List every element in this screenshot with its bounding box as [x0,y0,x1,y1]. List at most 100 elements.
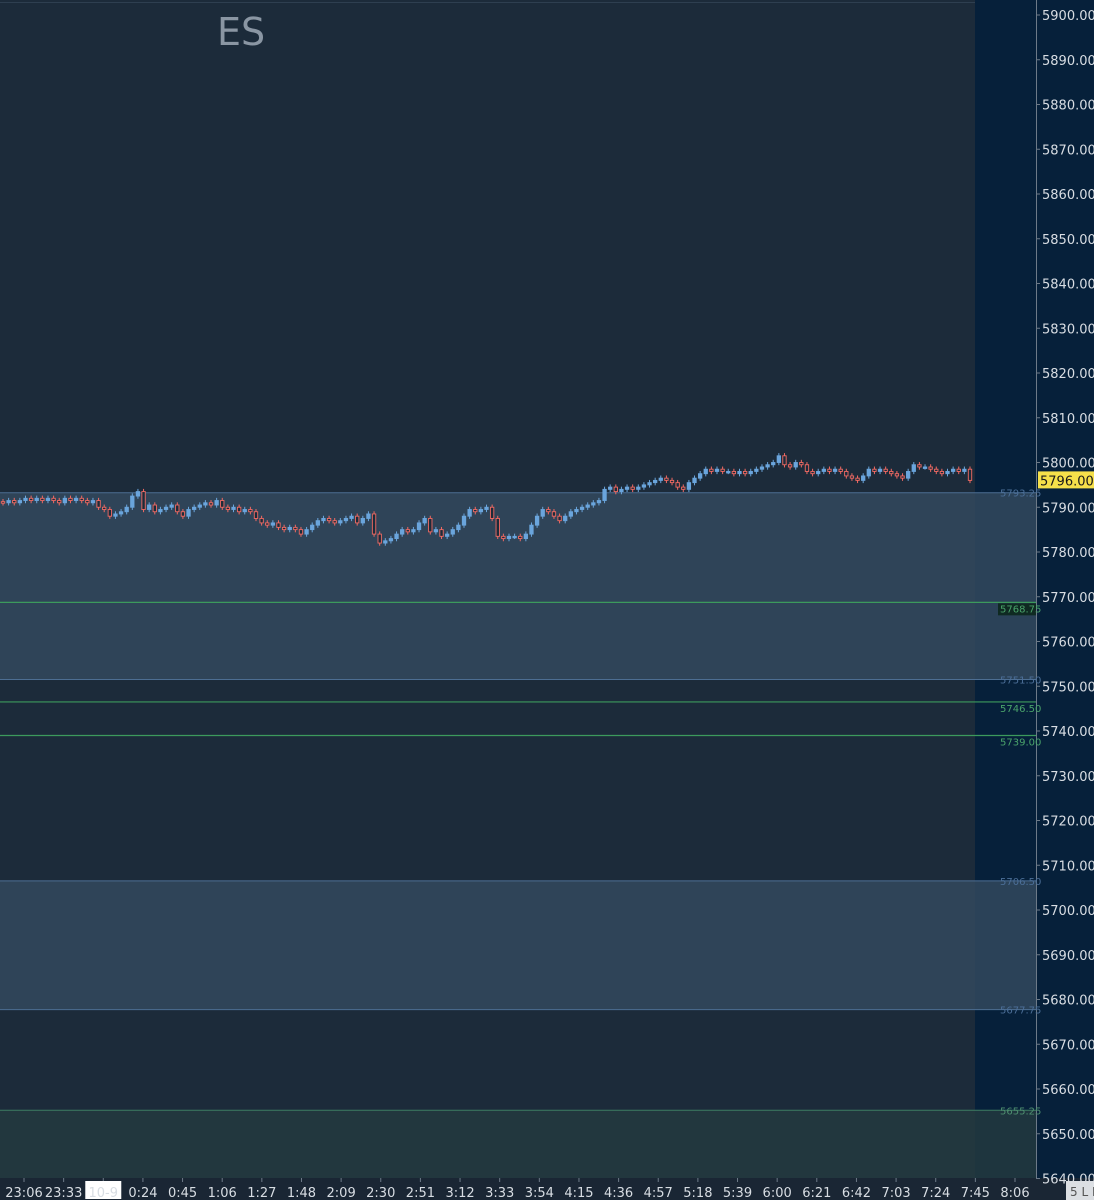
candle [180,511,186,517]
candle [186,509,191,517]
candle [742,471,748,475]
time-tick-label: 5:18 [683,1186,712,1200]
candle [624,486,630,490]
candle [388,538,394,542]
candle [118,511,124,515]
price-tick-label: 5690.00 [1042,949,1094,964]
candle [883,468,888,472]
candle [512,535,517,539]
candle [456,524,461,531]
candle [473,509,478,513]
candle [17,500,23,504]
candle [326,517,332,522]
candle [529,524,534,535]
candle [658,477,663,481]
price-tick-label: 5740.00 [1042,725,1094,740]
time-tick-label: 7:03 [881,1186,910,1200]
candle [169,504,174,508]
price-tick-label: 5820.00 [1042,367,1094,382]
candle [799,462,804,466]
candle [338,520,343,524]
candle [731,471,737,475]
price-tick-label: 5780.00 [1042,546,1094,561]
candle [501,535,506,540]
price-tick-label: 5830.00 [1042,322,1094,337]
candle [411,529,416,533]
time-tick-label: 2:30 [366,1186,395,1200]
zone-bottom-label: 5751.50 [1000,676,1041,687]
candle [726,471,731,474]
time-tick-label: 6:42 [842,1186,871,1200]
candle [355,515,360,524]
candle [394,533,399,540]
candle [73,497,79,501]
chart-canvas[interactable]: 5793.25 5751.50 5706.50 5677.75 5655.25 5768… [0,0,1094,1200]
candle [28,497,34,501]
time-tick-label: 1:27 [247,1186,276,1200]
candle [270,522,276,526]
candle [416,522,422,531]
candle [967,468,973,481]
candle [96,500,101,508]
candle [107,509,112,517]
candle [697,473,703,479]
candle [934,468,939,472]
zone-2 [0,1110,1036,1178]
candle [720,468,725,472]
candle [175,504,180,513]
candle [192,506,197,510]
candle [911,464,916,472]
candle [630,486,635,490]
candle [602,488,607,501]
price-tick-label: 5790.00 [1042,501,1094,516]
time-tick-label: 6:00 [763,1186,792,1200]
candle [62,497,67,504]
level-label: 5739.00 [1000,737,1041,748]
candle [568,511,573,517]
candle [332,520,337,524]
candle [287,526,292,531]
price-tick-label: 5700.00 [1042,904,1094,919]
candle [433,529,439,533]
candle [152,504,157,513]
candle [844,471,849,477]
time-tick-label: 4:15 [564,1186,593,1200]
candle [400,529,405,535]
candle [366,513,371,519]
candle [113,513,118,517]
zone-top-label: 5655.25 [1000,1106,1041,1117]
corner-text: 5 L I [1070,1185,1094,1199]
candle [776,455,781,463]
candle [804,464,810,472]
price-tick-label: 5900.00 [1042,9,1094,24]
price-tick-label: 5860.00 [1042,188,1094,203]
candle [428,517,433,533]
candle [754,468,759,472]
candle [596,500,602,504]
time-tick-label: 1:48 [287,1186,316,1200]
time-tick-label: 4:57 [644,1186,673,1200]
candle [619,488,624,493]
time-tick-label: 3:33 [485,1186,514,1200]
time-tick-label: 8:06 [1000,1186,1029,1200]
candle [928,466,933,470]
candle [293,526,298,531]
zone-1 [0,880,1036,1010]
candle [939,471,945,475]
candle [371,513,377,535]
candle [523,533,529,540]
candle [950,468,956,472]
zone-bottom-label: 5677.75 [1000,1006,1041,1017]
candle [90,500,96,504]
price-tick-label: 5750.00 [1042,680,1094,695]
time-tick-label: 0:24 [128,1186,157,1200]
zone-top-label: 5793.25 [1000,489,1041,500]
candle [563,515,568,522]
candle [771,462,776,466]
candle [248,509,253,513]
price-tick-label: 5880.00 [1042,99,1094,114]
candle [439,529,444,537]
price-tick-label: 5730.00 [1042,770,1094,785]
candle [467,509,472,517]
candle [877,468,883,472]
